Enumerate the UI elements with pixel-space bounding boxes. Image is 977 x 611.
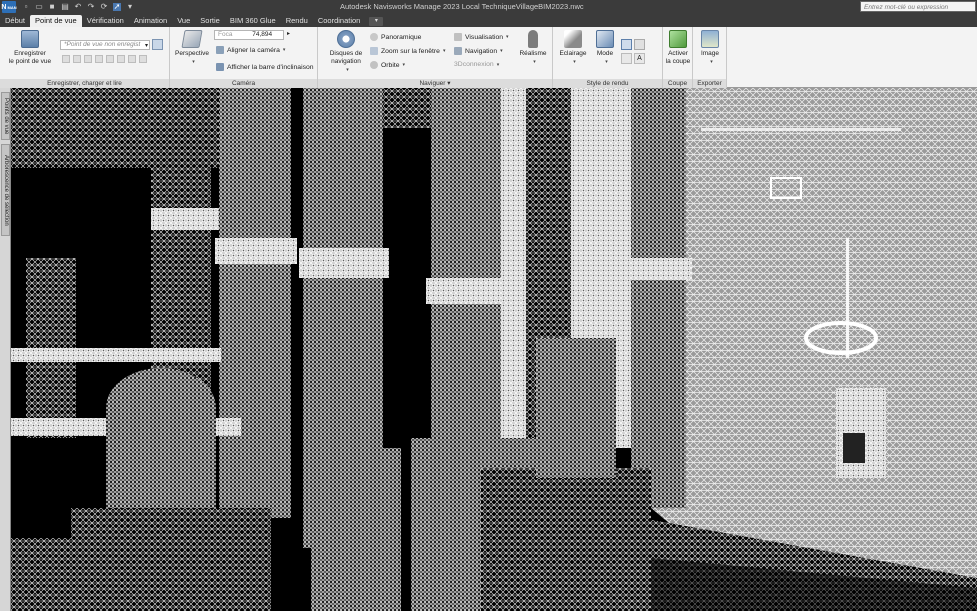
orbit-button[interactable]: Orbite ▾ — [370, 61, 405, 69]
perspective-icon — [181, 30, 203, 48]
first-frame-icon[interactable] — [62, 55, 70, 63]
pause-icon[interactable] — [95, 55, 103, 63]
mode-button[interactable]: Mode ▾ — [591, 30, 619, 66]
3dconnexion-button[interactable]: 3Dconnexion ▾ — [454, 61, 499, 68]
selection-tree-tab[interactable]: Arborescence de sélection — [1, 144, 10, 236]
tilt-bar-icon — [216, 63, 224, 71]
person-icon — [528, 30, 538, 48]
panel-navigate: Disques de navigation ▾ Panoramique Zoom… — [318, 27, 553, 88]
ribbon-tabs: Début Point de vue Vérification Animatio… — [0, 14, 977, 27]
last-frame-icon[interactable] — [139, 55, 147, 63]
align-icon — [216, 46, 224, 54]
image-export-button[interactable]: Image ▾ — [695, 30, 725, 66]
ribbon: Enregistrer le point de vue *Point de vu… — [0, 27, 977, 88]
select-icon[interactable]: ➚ — [113, 3, 121, 11]
flashlight-icon — [564, 30, 582, 48]
panel-title-save: Enregistrer, charger et lire — [0, 79, 169, 88]
look-around-button[interactable]: Visualisation ▾ — [454, 33, 509, 41]
lines-icon[interactable] — [634, 39, 645, 50]
pan-button[interactable]: Panoramique — [370, 33, 421, 41]
perspective-button[interactable]: Perspective ▾ — [172, 30, 212, 66]
viewpoint-select[interactable]: *Point de vue non enregist — [60, 40, 150, 50]
left-dock-strip: Points de vue Arborescence de sélection — [0, 88, 11, 611]
tab-output[interactable]: Sortie — [195, 15, 225, 27]
window-title: Autodesk Navisworks Manage 2023 Local Te… — [340, 2, 584, 11]
panel-section: Activer la coupe Coupe — [663, 27, 693, 88]
panel-export: Image ▾ Exporter — [693, 27, 727, 88]
panel-render-style: Eclairage ▾ Mode ▾ A Style de rendu — [553, 27, 663, 88]
tab-view[interactable]: Vue — [172, 15, 195, 27]
show-tilt-bar-button[interactable]: Afficher la barre d'inclinaison — [216, 63, 314, 71]
tab-render[interactable]: Rendu — [281, 15, 313, 27]
play-back-icon[interactable] — [84, 55, 92, 63]
customize-qat-icon[interactable]: ▾ — [126, 3, 134, 11]
lighting-button[interactable]: Eclairage ▾ — [556, 30, 590, 66]
render-mode-cube-icon — [596, 30, 614, 48]
camera-save-icon — [21, 30, 39, 48]
prev-frame-icon[interactable] — [73, 55, 81, 63]
refresh-icon[interactable]: ⟳ — [100, 3, 108, 11]
panel-title-navigate: Naviguer ▾ — [318, 79, 552, 88]
next-frame-icon[interactable] — [128, 55, 136, 63]
manage-viewpoints-icon[interactable] — [152, 39, 163, 50]
chevron-down-icon[interactable]: ▾ — [145, 42, 148, 49]
steering-wheel-icon — [337, 30, 355, 48]
align-camera-button[interactable]: Aligner la caméra ▾ — [216, 46, 285, 54]
tab-review[interactable]: Vérification — [82, 15, 129, 27]
focal-length-field[interactable]: Foca 74,894 — [214, 30, 284, 40]
zoom-window-button[interactable]: Zoom sur la fenêtre ▾ — [370, 47, 445, 55]
new-file-icon[interactable]: ▫ — [22, 3, 30, 11]
chevron-down-icon: ▾ — [192, 59, 195, 65]
quick-access-toolbar: ▫ ▭ ■ ▤ ↶ ↷ ⟳ ➚ ▾ — [22, 3, 134, 11]
tab-overflow-button[interactable]: ▾ — [369, 17, 384, 26]
navigation-button[interactable]: Navigation ▾ — [454, 47, 503, 55]
text-icon[interactable]: A — [634, 53, 645, 64]
zoom-icon — [370, 47, 378, 55]
play-icon[interactable] — [117, 55, 125, 63]
hand-icon — [370, 33, 378, 41]
saved-viewpoints-tab[interactable]: Points de vue — [1, 92, 10, 140]
eye-icon — [454, 33, 462, 41]
focal-stepper-icon[interactable]: ▸ — [287, 30, 290, 37]
open-folder-icon[interactable]: ▭ — [35, 3, 43, 11]
print-icon[interactable]: ▤ — [61, 3, 69, 11]
tab-animation[interactable]: Animation — [129, 15, 172, 27]
undo-icon[interactable]: ↶ — [74, 3, 82, 11]
panel-camera: Perspective ▾ Foca 74,894 ▸ Aligner la c… — [170, 27, 318, 88]
point-cloud-scene — [11, 88, 977, 611]
walk-icon — [454, 47, 462, 55]
tab-bim360-glue[interactable]: BIM 360 Glue — [225, 15, 281, 27]
title-bar: N MAN ▫ ▭ ■ ▤ ↶ ↷ ⟳ ➚ ▾ Autodesk Naviswor… — [0, 0, 977, 14]
surfaces-icon[interactable] — [621, 39, 632, 50]
orbit-icon — [370, 61, 378, 69]
image-icon — [701, 30, 719, 48]
3d-viewport[interactable] — [11, 88, 977, 611]
panel-title-render-style: Style de rendu — [553, 79, 662, 88]
realism-button[interactable]: Réalisme ▾ — [516, 30, 550, 66]
playback-controls — [62, 55, 147, 63]
redo-icon[interactable]: ↷ — [87, 3, 95, 11]
stop-icon[interactable] — [106, 55, 114, 63]
panel-expand-icon[interactable]: ▾ — [447, 80, 450, 87]
save-viewpoint-button[interactable]: Enregistrer le point de vue — [4, 30, 56, 66]
application-menu-button[interactable]: N MAN — [1, 1, 17, 13]
panel-title-camera: Caméra — [170, 79, 317, 88]
panel-title-export: Exporter — [693, 79, 726, 88]
tab-coordination[interactable]: Coordination — [313, 15, 366, 27]
points-icon[interactable] — [621, 53, 632, 64]
panel-save-load-play: Enregistrer le point de vue *Point de vu… — [0, 27, 170, 88]
tab-start[interactable]: Début — [0, 15, 30, 27]
enable-sectioning-button[interactable]: Activer la coupe — [663, 30, 693, 66]
tab-viewpoint[interactable]: Point de vue — [30, 15, 82, 27]
save-icon[interactable]: ■ — [48, 3, 56, 11]
steering-wheels-button[interactable]: Disques de navigation ▾ — [324, 30, 368, 74]
panel-title-section: Coupe — [663, 79, 692, 88]
section-cube-icon — [669, 30, 687, 48]
search-input[interactable]: Entrez mot-clé ou expression — [860, 1, 976, 12]
